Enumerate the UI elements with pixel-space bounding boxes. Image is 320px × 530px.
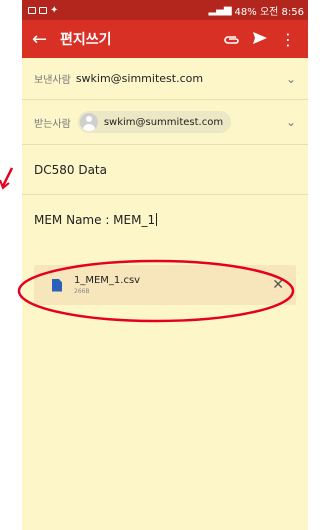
toolbar: ← 편지쓰기 ⋮: [22, 20, 308, 58]
signal-icon: ▂▄▆: [208, 4, 232, 16]
recipient-email: swkim@summitest.com: [103, 116, 224, 128]
more-vert-icon[interactable]: ⋮: [274, 30, 302, 49]
text-cursor: [156, 213, 158, 226]
close-icon[interactable]: ✕: [272, 277, 284, 293]
notification-icon: [28, 6, 36, 14]
status-bar: ✦ ▂▄▆ 48% 오전 8:56: [22, 0, 308, 20]
send-icon[interactable]: [246, 30, 274, 49]
to-row[interactable]: 받는사람 swkim@summitest.com ⌄: [22, 100, 308, 145]
from-value: swkim@simmitest.com: [75, 72, 204, 85]
chevron-down-icon[interactable]: ⌄: [286, 115, 296, 129]
attachment-name: 1_MEM_1.csv: [74, 275, 141, 286]
from-row[interactable]: 보낸사람 swkim@simmitest.com ⌄: [22, 58, 308, 100]
to-label: 받는사람: [34, 118, 71, 130]
recipient-chip[interactable]: swkim@summitest.com: [77, 111, 232, 133]
attachment-info: 1_MEM_1.csv 266B: [74, 275, 140, 295]
subject-text: DC580 Data: [34, 162, 107, 177]
attachment-item[interactable]: 1_MEM_1.csv 266B ✕: [34, 265, 296, 305]
annotation-arrow: [0, 166, 14, 190]
body-text: MEM Name : MEM_1: [34, 213, 156, 227]
arrow-left-icon[interactable]: ←: [32, 29, 60, 50]
subject-field[interactable]: DC580 Data: [22, 145, 308, 195]
bluetooth-icon: ✦: [50, 4, 59, 16]
from-label: 보낸사람: [34, 75, 71, 86]
attachment-size: 266B: [74, 288, 90, 295]
notification-icon: [39, 6, 47, 14]
notification-icons: ✦: [28, 5, 58, 16]
status-text: 48% 오전 8:56: [234, 6, 304, 18]
file-icon: [52, 278, 62, 292]
avatar: [79, 113, 98, 131]
phone-screen: ✦ ▂▄▆ 48% 오전 8:56 ← 편지쓰기 ⋮ 보낸사람 swkim@si…: [22, 0, 308, 530]
body-field[interactable]: MEM Name : MEM_1: [22, 195, 308, 255]
status-right: ▂▄▆ 48% 오전 8:56: [208, 3, 304, 18]
page-title: 편지쓰기: [60, 32, 112, 48]
chevron-down-icon[interactable]: ⌄: [286, 72, 296, 86]
paperclip-icon[interactable]: [218, 30, 246, 49]
